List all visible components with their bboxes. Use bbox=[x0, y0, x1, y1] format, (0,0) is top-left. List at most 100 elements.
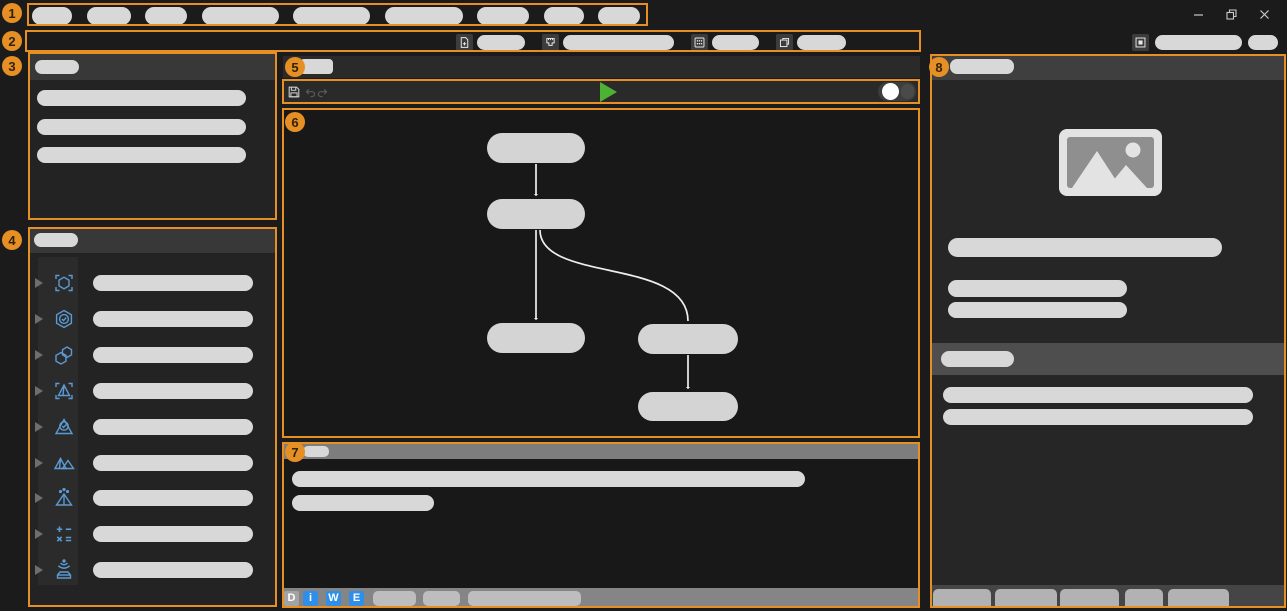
restore-button[interactable] bbox=[1224, 7, 1238, 21]
ethernet-connect-selector[interactable] bbox=[563, 35, 674, 50]
expand-arrow-icon[interactable] bbox=[35, 565, 43, 575]
expand-arrow-icon[interactable] bbox=[35, 314, 43, 324]
flow-node-4[interactable] bbox=[638, 324, 738, 354]
toolbar-group bbox=[456, 34, 525, 51]
property-panel-header bbox=[931, 54, 1285, 80]
step-name-placeholder[interactable] bbox=[93, 419, 253, 435]
menu-item-3[interactable] bbox=[145, 7, 187, 25]
log-filter-pill-2[interactable] bbox=[423, 591, 460, 606]
menu-item-9[interactable] bbox=[598, 7, 640, 25]
step-name-placeholder[interactable] bbox=[93, 347, 253, 363]
graph-tab[interactable] bbox=[300, 59, 333, 74]
minimize-button[interactable] bbox=[1191, 7, 1205, 21]
step-name-placeholder[interactable] bbox=[93, 311, 253, 327]
expand-arrow-icon[interactable] bbox=[35, 493, 43, 503]
parameters-section-header[interactable] bbox=[931, 343, 1285, 375]
expand-arrow-icon[interactable] bbox=[35, 386, 43, 396]
bottom-tab-2[interactable] bbox=[995, 589, 1057, 608]
panel-toggle-icon[interactable] bbox=[1132, 34, 1149, 51]
step-name-placeholder[interactable] bbox=[93, 275, 253, 291]
project-row-1[interactable] bbox=[37, 90, 246, 106]
property-panel-title-placeholder bbox=[950, 59, 1014, 74]
graph-canvas[interactable] bbox=[284, 109, 919, 436]
redo-icon[interactable] bbox=[314, 84, 330, 100]
save-icon[interactable] bbox=[286, 84, 302, 100]
pyramids-two-icon bbox=[52, 451, 76, 475]
copy-tag-selector[interactable] bbox=[797, 35, 846, 50]
step-library-row[interactable] bbox=[28, 519, 277, 549]
step-name-placeholder[interactable] bbox=[93, 383, 253, 399]
new-project-selector[interactable] bbox=[477, 35, 525, 50]
flow-node-3[interactable] bbox=[487, 323, 585, 353]
project-row-3[interactable] bbox=[37, 147, 246, 163]
log-filter-e-badge[interactable]: E bbox=[349, 591, 364, 606]
toolbar-groups bbox=[456, 28, 846, 56]
pyramid-check-icon bbox=[52, 415, 76, 439]
play-icon[interactable] bbox=[600, 82, 617, 102]
step-library-row[interactable] bbox=[28, 555, 277, 585]
bottom-tab-5[interactable] bbox=[1168, 589, 1229, 608]
log-panel: DiWE bbox=[283, 443, 920, 608]
bottom-tab-1[interactable] bbox=[933, 589, 991, 608]
project-row-2[interactable] bbox=[37, 119, 246, 135]
description-line-1 bbox=[948, 238, 1222, 257]
toolbar-group bbox=[691, 34, 759, 51]
camera-grid-icon[interactable] bbox=[691, 34, 708, 51]
expand-arrow-icon[interactable] bbox=[35, 458, 43, 468]
toolbar-right-pill-2[interactable] bbox=[1248, 35, 1278, 50]
step-library-row[interactable] bbox=[28, 412, 277, 442]
hexagon-check-icon bbox=[52, 307, 76, 331]
flow-node-2[interactable] bbox=[487, 199, 585, 229]
log-filter-d-badge[interactable]: D bbox=[284, 591, 299, 606]
toggle-knob[interactable] bbox=[882, 83, 899, 100]
graph-tab-bar bbox=[283, 56, 920, 78]
log-filter-i-badge[interactable]: i bbox=[303, 591, 318, 606]
close-button[interactable] bbox=[1257, 7, 1271, 21]
log-filter-pill-1[interactable] bbox=[373, 591, 416, 606]
flow-node-1[interactable] bbox=[487, 133, 585, 163]
step-library-row[interactable] bbox=[28, 448, 277, 478]
log-filter-pill-3[interactable] bbox=[468, 591, 581, 606]
menu-item-7[interactable] bbox=[477, 7, 529, 25]
pyramid-points-icon bbox=[52, 486, 76, 510]
pyramid-select-icon bbox=[52, 379, 76, 403]
expand-arrow-icon[interactable] bbox=[35, 529, 43, 539]
flow-node-5[interactable] bbox=[638, 392, 738, 421]
step-library-row[interactable] bbox=[28, 340, 277, 370]
camera-grid-selector[interactable] bbox=[712, 35, 759, 50]
toggle-track bbox=[901, 84, 914, 99]
log-header-title-placeholder bbox=[303, 446, 329, 457]
new-project-icon[interactable] bbox=[456, 34, 473, 51]
step-library-row[interactable] bbox=[28, 304, 277, 334]
log-filter-w-badge[interactable]: W bbox=[326, 591, 341, 606]
expand-arrow-icon[interactable] bbox=[35, 350, 43, 360]
bottom-tab-4[interactable] bbox=[1125, 589, 1163, 608]
bottom-tab-3[interactable] bbox=[1060, 589, 1119, 608]
step-name-placeholder[interactable] bbox=[93, 562, 253, 578]
menu-item-8[interactable] bbox=[544, 7, 584, 25]
step-name-placeholder[interactable] bbox=[93, 526, 253, 542]
menu-item-5[interactable] bbox=[293, 7, 370, 25]
menu-item-2[interactable] bbox=[87, 7, 131, 25]
ethernet-connect-icon[interactable] bbox=[542, 34, 559, 51]
math-operators-icon bbox=[52, 522, 76, 546]
menu-item-6[interactable] bbox=[385, 7, 463, 25]
description-line-2 bbox=[948, 280, 1127, 297]
copy-tag-icon[interactable] bbox=[776, 34, 793, 51]
step-library-row[interactable] bbox=[28, 483, 277, 513]
annotation-number-4: 4 bbox=[2, 230, 22, 250]
log-panel-header[interactable] bbox=[283, 443, 920, 459]
flow-edge-curve bbox=[540, 230, 688, 321]
toolbar-group bbox=[776, 34, 846, 51]
expand-arrow-icon[interactable] bbox=[35, 422, 43, 432]
expand-arrow-icon[interactable] bbox=[35, 278, 43, 288]
step-name-placeholder[interactable] bbox=[93, 455, 253, 471]
step-library-row[interactable] bbox=[28, 268, 277, 298]
menu-item-1[interactable] bbox=[32, 7, 72, 25]
step-library-row[interactable] bbox=[28, 376, 277, 406]
toolbar-right-pill-1[interactable] bbox=[1155, 35, 1242, 50]
menu-item-4[interactable] bbox=[202, 7, 279, 25]
step-name-placeholder[interactable] bbox=[93, 490, 253, 506]
parameter-line-2 bbox=[943, 409, 1253, 425]
edit-mode-toggle[interactable] bbox=[878, 82, 916, 101]
